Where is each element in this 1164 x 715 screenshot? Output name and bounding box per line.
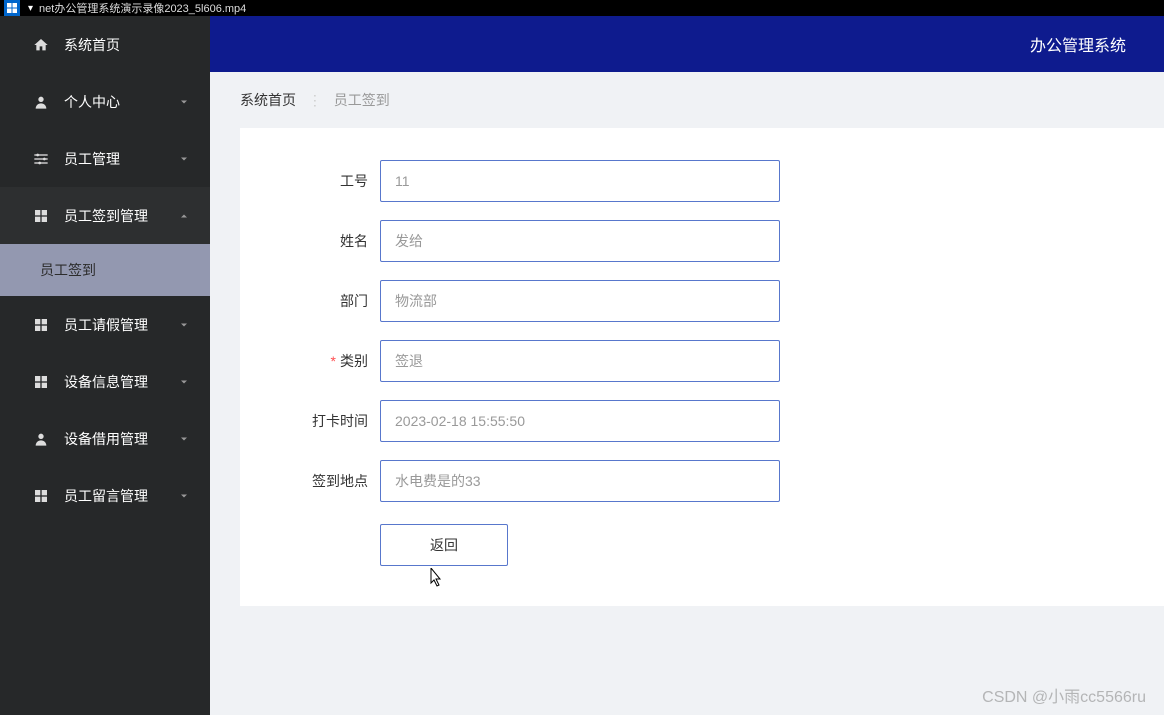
sliders-icon — [32, 150, 50, 168]
sidebar-item-1[interactable]: 个人中心 — [0, 73, 210, 130]
form-row-3: *类别 — [280, 340, 1124, 382]
titlebar-dropdown-icon[interactable]: ▾ — [22, 3, 39, 14]
header-title: 办公管理系统 — [1030, 32, 1126, 56]
sidebar-item-6[interactable]: 设备借用管理 — [0, 410, 210, 467]
form-label-0: 工号 — [280, 171, 380, 191]
breadcrumb-separator: ⋮ — [308, 92, 322, 108]
sidebar-item-2[interactable]: 员工管理 — [0, 130, 210, 187]
home-icon — [32, 36, 50, 54]
form-label-3: *类别 — [280, 351, 380, 371]
sidebar-item-0[interactable]: 系统首页 — [0, 16, 210, 73]
form-input-0[interactable] — [380, 160, 780, 202]
form-label-4: 打卡时间 — [280, 411, 380, 431]
breadcrumb: 系统首页 ⋮ 员工签到 — [210, 72, 1164, 128]
chevron-up-icon — [178, 210, 190, 222]
breadcrumb-current: 员工签到 — [334, 92, 390, 108]
sidebar-item-label: 员工管理 — [64, 149, 178, 169]
form-card: 工号姓名部门 *类别打卡时间签到地点 返回 — [240, 128, 1164, 606]
grid-icon — [32, 207, 50, 225]
sidebar-item-label: 个人中心 — [64, 92, 178, 112]
return-button[interactable]: 返回 — [380, 524, 508, 566]
grid-icon — [32, 373, 50, 391]
form-input-4[interactable] — [380, 400, 780, 442]
chevron-down-icon — [178, 376, 190, 388]
sidebar-item-label: 员工请假管理 — [64, 315, 178, 335]
sidebar-item-label: 系统首页 — [64, 35, 190, 55]
sidebar-item-4[interactable]: 员工请假管理 — [0, 296, 210, 353]
video-file-icon — [4, 0, 20, 16]
sidebar-item-3[interactable]: 员工签到管理 — [0, 187, 210, 244]
header: 办公管理系统 — [210, 16, 1164, 72]
chevron-down-icon — [178, 433, 190, 445]
person-icon — [32, 430, 50, 448]
chevron-down-icon — [178, 319, 190, 331]
sidebar-item-label: 设备借用管理 — [64, 429, 178, 449]
chevron-down-icon — [178, 153, 190, 165]
sidebar-item-label: 设备信息管理 — [64, 372, 178, 392]
sidebar: 系统首页 个人中心 员工管理 员工签到管理 员工签到 员工请假管理 设备信息管理… — [0, 16, 210, 715]
form-row-0: 工号 — [280, 160, 1124, 202]
form-row-4: 打卡时间 — [280, 400, 1124, 442]
titlebar-filename: net办公管理系统演示录像2023_5l606.mp4 — [39, 0, 246, 16]
sidebar-item-label: 员工签到管理 — [64, 206, 178, 226]
chevron-down-icon — [178, 96, 190, 108]
form-row-1: 姓名 — [280, 220, 1124, 262]
form-label-5: 签到地点 — [280, 471, 380, 491]
sidebar-item-label: 员工留言管理 — [64, 486, 178, 506]
form-label-1: 姓名 — [280, 231, 380, 251]
chevron-down-icon — [178, 490, 190, 502]
form-row-5: 签到地点 — [280, 460, 1124, 502]
form-input-2[interactable] — [380, 280, 780, 322]
grid-icon — [32, 316, 50, 334]
form-input-5[interactable] — [380, 460, 780, 502]
grid-icon — [32, 487, 50, 505]
form-label-2: 部门 — [280, 291, 380, 311]
return-button-label: 返回 — [430, 535, 458, 555]
person-icon — [32, 93, 50, 111]
required-asterisk: * — [331, 353, 336, 369]
breadcrumb-root[interactable]: 系统首页 — [240, 92, 296, 108]
form-input-3[interactable] — [380, 340, 780, 382]
form-input-1[interactable] — [380, 220, 780, 262]
window-titlebar: ▾ net办公管理系统演示录像2023_5l606.mp4 — [0, 0, 1164, 16]
sidebar-item-7[interactable]: 员工留言管理 — [0, 467, 210, 524]
sidebar-item-5[interactable]: 设备信息管理 — [0, 353, 210, 410]
sidebar-subitem-3-0[interactable]: 员工签到 — [0, 244, 210, 296]
form-row-2: 部门 — [280, 280, 1124, 322]
